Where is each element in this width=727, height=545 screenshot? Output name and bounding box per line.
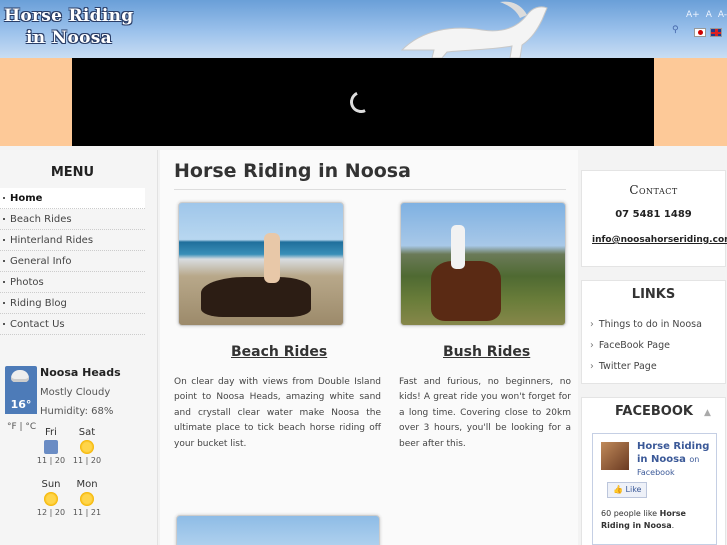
current-temperature: 16° <box>5 396 37 414</box>
menu-item-photos[interactable]: Photos <box>0 272 145 293</box>
language-switcher <box>694 28 722 37</box>
forecast-day: Sat 11 | 20 <box>72 427 102 465</box>
facebook-title: FACEBOOK ▲ <box>615 404 711 419</box>
forecast-day: Mon 11 | 21 <box>72 479 102 517</box>
site-logo[interactable]: Horse Riding in Noosa <box>4 5 133 49</box>
forecast-day-name: Fri <box>45 427 57 438</box>
forecast-range: 11 | 21 <box>72 508 102 517</box>
temperature-unit-toggle[interactable]: °F | °C <box>7 422 36 432</box>
sun-icon <box>44 492 58 506</box>
logo-line-1: Horse Riding <box>4 6 134 26</box>
page-title: Horse Riding in Noosa <box>174 160 411 182</box>
menu-item-contact-us[interactable]: Contact Us <box>0 314 145 335</box>
uk-flag-icon[interactable] <box>710 28 722 37</box>
forecast-day-name: Mon <box>76 479 98 490</box>
facebook-page-name[interactable]: Horse Riding in Noosa on Facebook <box>637 440 717 479</box>
forecast-day: Fri 11 | 20 <box>36 427 66 465</box>
storm-icon <box>44 440 58 454</box>
links-title: LINKS <box>631 287 676 302</box>
link-twitter-page[interactable]: Twitter Page <box>590 360 702 381</box>
facebook-like-button[interactable]: 👍 Like <box>607 482 648 498</box>
sun-icon <box>80 440 94 454</box>
search-icon[interactable]: ⚲ <box>672 25 679 35</box>
beach-ride-photo[interactable] <box>178 202 344 326</box>
forecast-day-name: Sun <box>41 479 61 490</box>
sun-icon <box>80 492 94 506</box>
menu-item-home[interactable]: Home <box>0 188 145 209</box>
facebook-page-thumbnail[interactable] <box>601 442 629 470</box>
white-horse-image <box>400 1 548 58</box>
contact-title: Contact <box>629 183 678 197</box>
menu-item-beach-rides[interactable]: Beach Rides <box>0 209 145 230</box>
font-increase-button[interactable]: A+ <box>686 10 700 20</box>
links-list: Things to do in Noosa FaceBook Page Twit… <box>590 318 702 381</box>
font-size-tools: A+ A A- <box>686 10 727 20</box>
japan-flag-icon[interactable] <box>694 28 706 37</box>
link-facebook-page[interactable]: FaceBook Page <box>590 339 702 360</box>
weather-location: Noosa Heads <box>40 366 121 379</box>
menu-item-hinterland-rides[interactable]: Hinterland Rides <box>0 230 145 251</box>
font-reset-button[interactable]: A <box>706 10 712 20</box>
collapse-icon[interactable]: ▲ <box>704 408 711 418</box>
weather-humidity: Humidity: 68% <box>40 406 114 417</box>
beach-rides-heading[interactable]: Beach Rides <box>231 344 327 360</box>
title-divider <box>174 189 566 190</box>
facebook-like-count: 60 people like Horse Riding in Noosa. <box>601 509 686 530</box>
forecast-range: 11 | 20 <box>36 456 66 465</box>
beach-rides-text: On clear day with views from Double Isla… <box>174 377 381 449</box>
forecast-day-name: Sat <box>78 427 96 438</box>
menu-title: MENU <box>50 165 95 180</box>
forecast-day: Sun 12 | 20 <box>36 479 66 517</box>
bush-rides-heading[interactable]: Bush Rides <box>443 344 530 360</box>
font-decrease-button[interactable]: A- <box>718 10 727 20</box>
hinterland-ride-photo[interactable] <box>176 515 380 545</box>
facebook-like-box: Horse Riding in Noosa on Facebook 👍 Like… <box>592 433 717 545</box>
forecast-range: 12 | 20 <box>36 508 66 517</box>
main-menu: Home Beach Rides Hinterland Rides Genera… <box>0 188 145 335</box>
bush-ride-photo[interactable] <box>400 202 566 326</box>
weather-condition: Mostly Cloudy <box>40 387 111 398</box>
link-things-to-do[interactable]: Things to do in Noosa <box>590 318 702 339</box>
bush-rides-text: Fast and furious, no beginners, no kids!… <box>399 377 571 449</box>
logo-line-2: in Noosa <box>26 28 112 48</box>
site-header: Horse Riding in Noosa A+ A A- ⚲ <box>0 0 727 58</box>
contact-email-link[interactable]: info@noosahorseriding.com <box>592 235 727 245</box>
contact-phone[interactable]: 07 5481 1489 <box>581 209 726 220</box>
forecast-range: 11 | 20 <box>72 456 102 465</box>
menu-item-general-info[interactable]: General Info <box>0 251 145 272</box>
cloudy-weather-icon <box>5 366 37 398</box>
menu-item-riding-blog[interactable]: Riding Blog <box>0 293 145 314</box>
